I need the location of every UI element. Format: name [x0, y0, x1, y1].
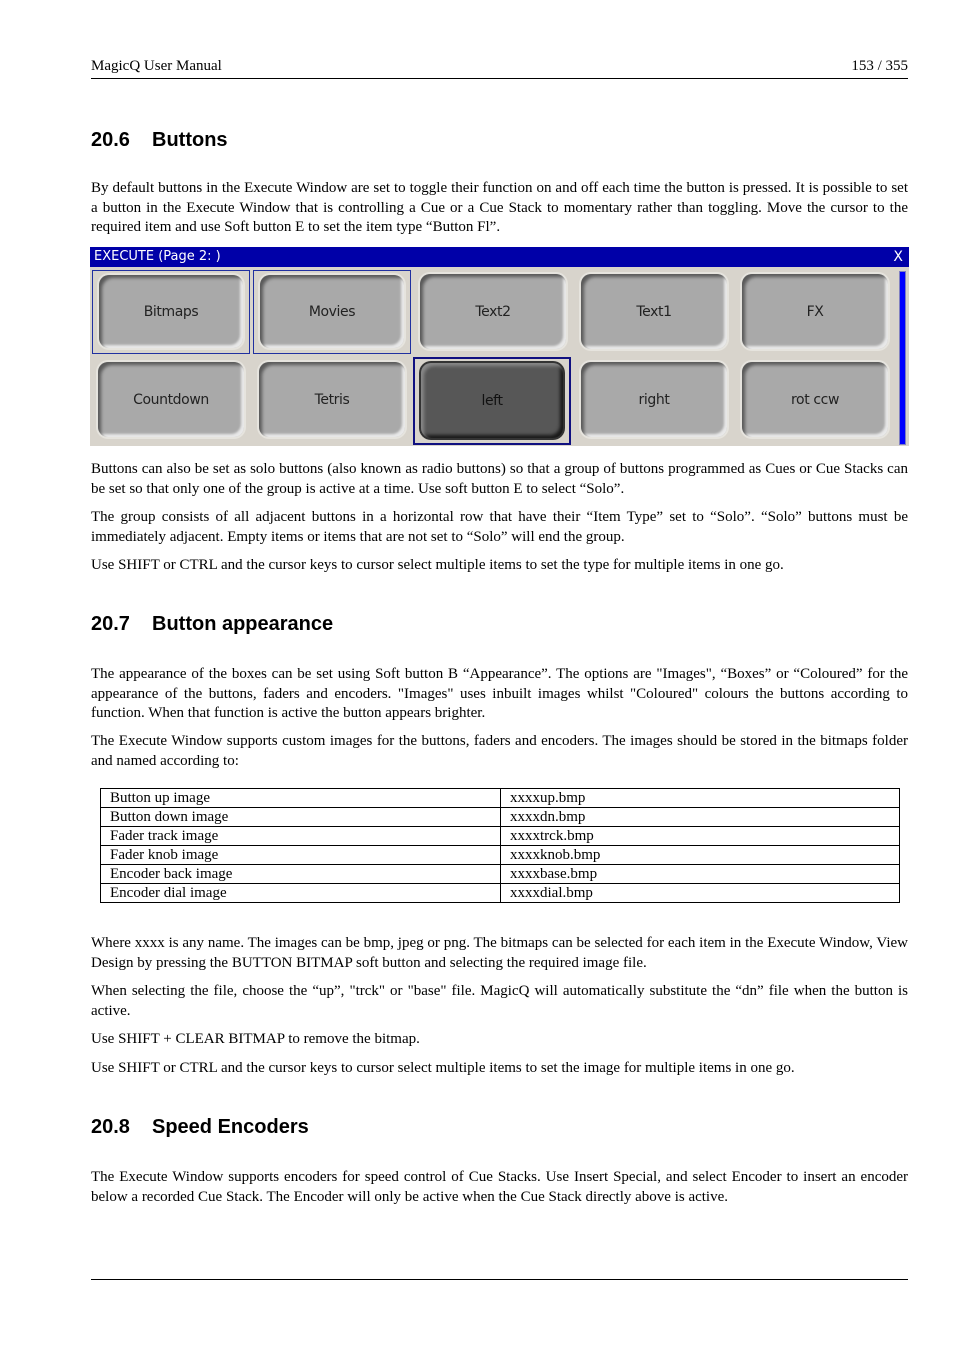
- table-row: Fader track image xxxxtrck.bmp: [100, 826, 900, 846]
- execute-cell: FX: [736, 270, 894, 354]
- paragraph-buttons-intro: By default buttons in the Execute Window…: [91, 180, 908, 235]
- paragraph-multi-type: Use SHIFT or CTRL and the cursor keys to…: [91, 557, 784, 573]
- document-title: MagicQ User Manual: [91, 58, 222, 74]
- section-title: Button appearance: [152, 613, 334, 635]
- paragraph-multi-image: Use SHIFT or CTRL and the cursor keys to…: [91, 1060, 795, 1076]
- execute-window-title: EXECUTE (Page 2: ): [94, 249, 221, 264]
- execute-button-tetris[interactable]: Tetris: [259, 362, 405, 437]
- section-number: 20.6: [91, 129, 130, 151]
- image-type-cell: Encoder back image: [100, 864, 501, 884]
- execute-button-countdown[interactable]: Countdown: [98, 362, 244, 437]
- table-row: Encoder dial image xxxxdial.bmp: [100, 883, 900, 903]
- execute-cell: Bitmaps: [92, 270, 250, 354]
- execute-button-fx[interactable]: FX: [742, 274, 888, 349]
- execute-window-scrollbar[interactable]: [899, 271, 906, 445]
- execute-button-grid: Bitmaps Movies Text2 Text1 FX Countdown …: [92, 269, 896, 445]
- table-row: Encoder back image xxxxbase.bmp: [100, 864, 900, 884]
- execute-cell: Movies: [253, 270, 411, 354]
- paragraph-clear-bitmap: Use SHIFT + CLEAR BITMAP to remove the b…: [91, 1031, 420, 1047]
- execute-button-movies[interactable]: Movies: [260, 275, 404, 348]
- section-heading-buttons: 20.6 Buttons: [91, 129, 228, 152]
- image-type-cell: Button up image: [100, 788, 501, 808]
- execute-cell: Text1: [575, 270, 733, 354]
- section-title: Buttons: [152, 129, 228, 151]
- execute-cell: Countdown: [92, 358, 250, 442]
- execute-button-bitmaps[interactable]: Bitmaps: [99, 275, 243, 348]
- filename-cell: xxxxdn.bmp: [500, 807, 900, 827]
- page-header: MagicQ User Manual 153 / 355: [91, 58, 908, 79]
- execute-button-rot-ccw[interactable]: rot ccw: [742, 362, 888, 437]
- paragraph-selecting-file: When selecting the file, choose the “up”…: [91, 983, 908, 1019]
- execute-cell: Tetris: [253, 358, 411, 442]
- filename-cell: xxxxbase.bmp: [500, 864, 900, 884]
- paragraph-group: The group consists of all adjacent butto…: [91, 509, 908, 545]
- close-icon[interactable]: X: [893, 247, 903, 267]
- paragraph-encoders: The Execute Window supports encoders for…: [91, 1169, 908, 1205]
- section-heading-speed-encoders: 20.8 Speed Encoders: [91, 1116, 309, 1139]
- table-row: Button down image xxxxdn.bmp: [100, 807, 900, 827]
- image-type-cell: Button down image: [100, 807, 501, 827]
- paragraph-appearance: The appearance of the boxes can be set u…: [91, 666, 908, 721]
- page-footer-rule: [91, 1279, 908, 1280]
- paragraph-custom-images: The Execute Window supports custom image…: [91, 733, 908, 769]
- page-number: 153 / 355: [851, 58, 908, 74]
- image-type-cell: Encoder dial image: [100, 883, 501, 903]
- filename-cell: xxxxup.bmp: [500, 788, 900, 808]
- paragraph-solo: Buttons can also be set as solo buttons …: [91, 461, 908, 497]
- execute-window-titlebar: EXECUTE (Page 2: ) X: [90, 247, 909, 267]
- section-title: Speed Encoders: [152, 1116, 309, 1138]
- execute-button-left[interactable]: left: [421, 363, 563, 438]
- image-type-cell: Fader knob image: [100, 845, 501, 865]
- filename-cell: xxxxdial.bmp: [500, 883, 900, 903]
- execute-window: EXECUTE (Page 2: ) X Bitmaps Movies Text…: [90, 247, 909, 446]
- execute-cell: left: [413, 357, 571, 445]
- execute-cell: Text2: [414, 270, 572, 354]
- execute-button-right[interactable]: right: [581, 362, 727, 437]
- section-heading-button-appearance: 20.7 Button appearance: [91, 613, 333, 636]
- execute-button-text2[interactable]: Text2: [420, 274, 566, 349]
- image-filename-table: Button up image xxxxup.bmp Button down im…: [100, 788, 900, 903]
- execute-button-text1[interactable]: Text1: [581, 274, 727, 349]
- filename-cell: xxxxtrck.bmp: [500, 826, 900, 846]
- filename-cell: xxxxknob.bmp: [500, 845, 900, 865]
- table-row: Fader knob image xxxxknob.bmp: [100, 845, 900, 865]
- section-number: 20.7: [91, 613, 130, 635]
- paragraph-where-xxxx: Where xxxx is any name. The images can b…: [91, 935, 908, 971]
- execute-cell: rot ccw: [736, 358, 894, 442]
- image-type-cell: Fader track image: [100, 826, 501, 846]
- execute-cell: right: [575, 358, 733, 442]
- table-row: Button up image xxxxup.bmp: [100, 788, 900, 808]
- section-number: 20.8: [91, 1116, 130, 1138]
